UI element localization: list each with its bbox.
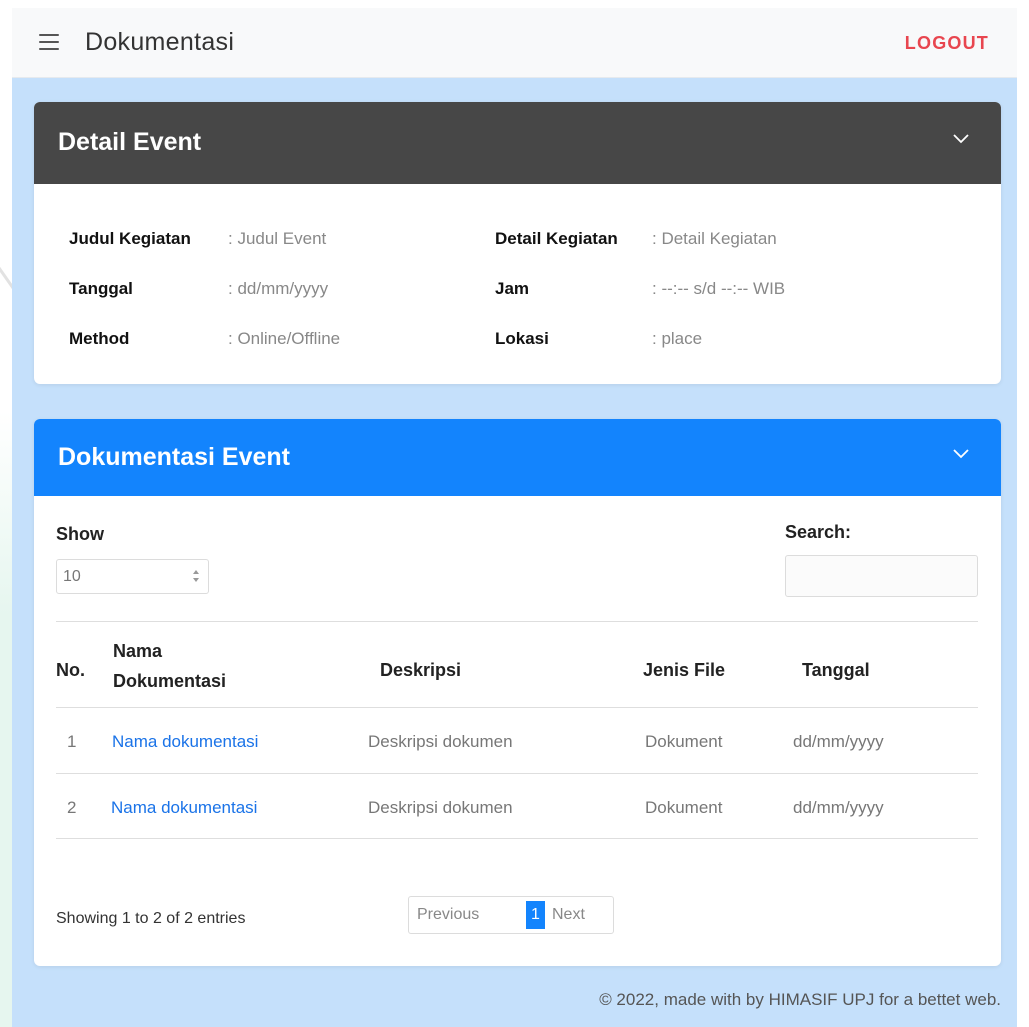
method-label: Method <box>69 329 130 348</box>
column-header-dokumentasi: Dokumentasi <box>113 671 227 691</box>
hamburger-menu-icon[interactable] <box>39 34 59 50</box>
column-header-no: No. <box>56 660 85 680</box>
column-header-deskripsi: Deskripsi <box>380 660 462 680</box>
row-2-jenis: Dokument <box>645 798 723 817</box>
row-1-nama-link[interactable]: Nama dokumentasi <box>112 732 258 752</box>
detail-kegiatan-label: Detail Kegiatan <box>495 229 618 248</box>
show-entries-value: 10 <box>63 568 81 585</box>
method-value: : Online/Offline <box>228 329 341 348</box>
table-info: Showing 1 to 2 of 2 entries <box>56 910 246 927</box>
row-2-no: 2 <box>67 798 77 817</box>
column-header-tanggal: Tanggal <box>802 660 870 680</box>
logout-button[interactable]: LOGOUT <box>905 33 989 54</box>
show-entries-label: Show <box>56 524 104 544</box>
row-divider <box>56 773 978 774</box>
pagination-page-1[interactable]: 1 <box>526 901 545 929</box>
row-2-nama-link[interactable]: Nama dokumentasi <box>111 798 257 818</box>
judul-kegiatan-label: Judul Kegiatan <box>69 229 191 248</box>
dokumentasi-event-title: Dokumentasi Event <box>58 443 291 471</box>
jam-label: Jam <box>495 279 530 298</box>
detail-event-header[interactable]: Detail Event <box>34 102 1001 184</box>
app-container: Dokumentasi LOGOUT Detail Event Judul Ke… <box>12 8 1017 1027</box>
pagination-next[interactable]: Next <box>552 906 585 924</box>
row-1-deskripsi: Deskripsi dokumen <box>368 732 513 751</box>
row-2-tanggal: dd/mm/yyyy <box>793 798 884 817</box>
chevron-down-icon[interactable] <box>953 449 969 463</box>
dokumentasi-event-header[interactable]: Dokumentasi Event <box>34 419 1001 496</box>
column-header-nama: Nama <box>113 641 163 661</box>
chevron-down-icon[interactable] <box>953 134 969 148</box>
tanggal-value: : dd/mm/yyyy <box>228 279 329 298</box>
detail-event-card: Detail Event Judul Kegiatan : Judul Even… <box>34 102 1001 384</box>
search-input[interactable] <box>785 555 978 597</box>
tanggal-label: Tanggal <box>69 279 133 298</box>
top-navbar: Dokumentasi LOGOUT <box>12 8 1017 78</box>
table-bottom-divider <box>56 838 978 839</box>
row-2-deskripsi: Deskripsi dokumen <box>368 798 513 817</box>
background-left-strip <box>0 0 41 1027</box>
detail-event-title: Detail Event <box>58 128 202 156</box>
lokasi-label: Lokasi <box>495 329 549 348</box>
table-header-divider <box>56 707 978 708</box>
show-entries-select[interactable]: 10 <box>56 559 209 594</box>
search-label: Search: <box>785 522 852 542</box>
pagination-previous[interactable]: Previous <box>417 906 479 924</box>
footer-text: © 2022, made with by HIMASIF UPJ for a b… <box>599 990 1001 1009</box>
jam-value: : --:-- s/d --:-- WIB <box>652 279 786 298</box>
row-1-tanggal: dd/mm/yyyy <box>793 732 884 751</box>
judul-kegiatan-value: : Judul Event <box>228 229 327 248</box>
select-arrows-icon <box>192 568 200 584</box>
dokumentasi-event-card: Dokumentasi Event Show 10 Search: No. Na… <box>34 419 1001 966</box>
table-top-divider <box>56 621 978 622</box>
detail-kegiatan-value: : Detail Kegiatan <box>652 229 777 248</box>
lokasi-value: : place <box>652 329 703 348</box>
row-1-jenis: Dokument <box>645 732 723 751</box>
pagination: Previous 1 Next <box>408 896 614 934</box>
row-1-no: 1 <box>67 732 77 751</box>
page-title: Dokumentasi <box>85 28 235 56</box>
column-header-jenis-file: Jenis File <box>643 660 726 680</box>
